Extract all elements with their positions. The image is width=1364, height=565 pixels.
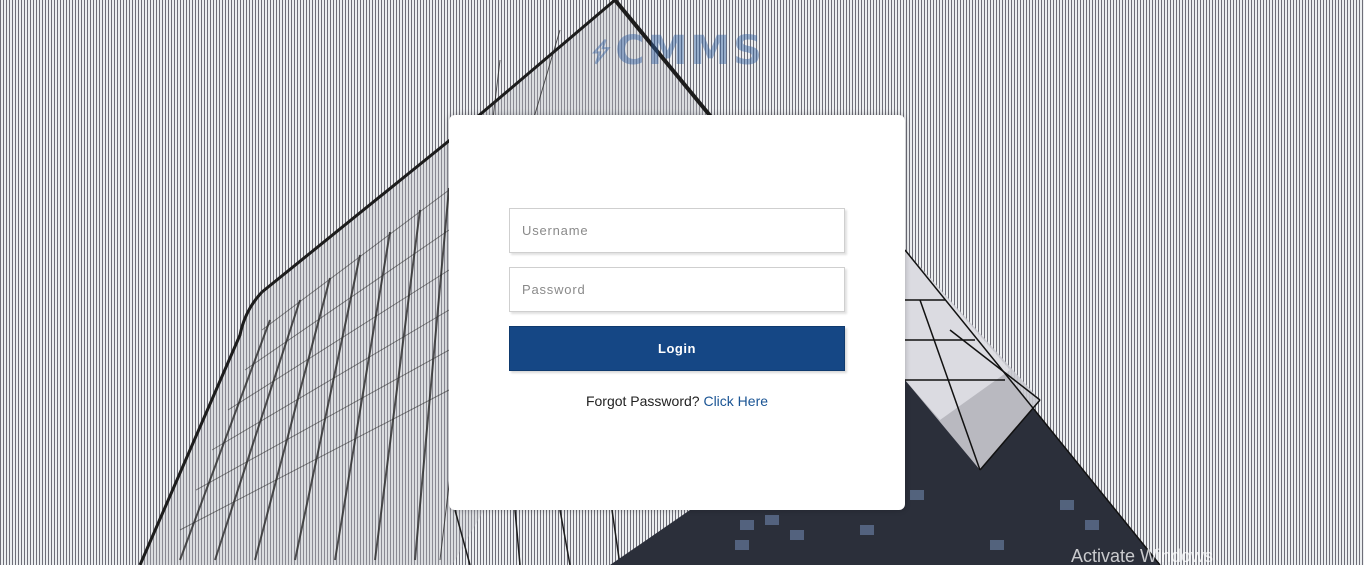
username-input[interactable] — [510, 209, 844, 252]
brand-name: CMMS — [615, 28, 765, 74]
password-field[interactable] — [509, 267, 845, 312]
forgot-password-link[interactable]: Click Here — [703, 393, 768, 409]
activate-windows-watermark: Activate Windows — [1071, 546, 1214, 565]
brand-mark-icon — [591, 38, 611, 65]
forgot-password-row: Forgot Password? Click Here — [449, 393, 905, 409]
login-button[interactable]: Login — [509, 326, 845, 371]
username-field[interactable] — [509, 208, 845, 253]
forgot-password-text: Forgot Password? — [585, 393, 700, 409]
login-card: Login Forgot Password? Click Here — [449, 115, 905, 510]
brand-logo: CMMS — [590, 28, 765, 74]
password-input[interactable] — [510, 268, 844, 311]
login-page: CMMS Login Forgot Password? Click Here A… — [0, 0, 1364, 565]
